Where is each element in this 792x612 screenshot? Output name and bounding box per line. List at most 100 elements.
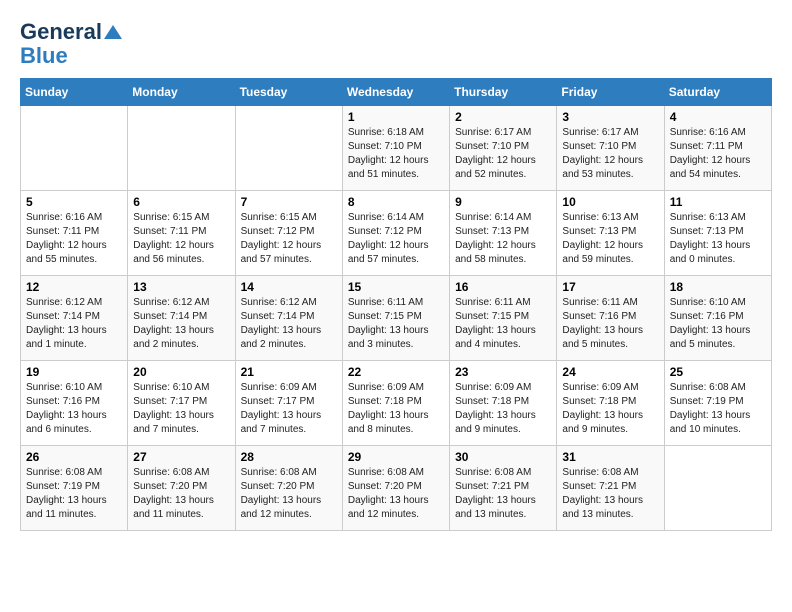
day-info: Sunrise: 6:12 AM Sunset: 7:14 PM Dayligh… bbox=[26, 296, 122, 352]
logo-general: General bbox=[20, 20, 102, 44]
day-info: Sunrise: 6:09 AM Sunset: 7:18 PM Dayligh… bbox=[562, 381, 658, 437]
day-cell: 30 Sunrise: 6:08 AM Sunset: 7:21 PM Dayli… bbox=[450, 446, 557, 531]
day-number: 8 bbox=[348, 195, 444, 209]
day-cell: 25 Sunrise: 6:08 AM Sunset: 7:19 PM Dayli… bbox=[664, 361, 771, 446]
day-info: Sunrise: 6:11 AM Sunset: 7:16 PM Dayligh… bbox=[562, 296, 658, 352]
day-info: Sunrise: 6:08 AM Sunset: 7:19 PM Dayligh… bbox=[670, 381, 766, 437]
day-number: 29 bbox=[348, 450, 444, 464]
day-info: Sunrise: 6:13 AM Sunset: 7:13 PM Dayligh… bbox=[562, 211, 658, 267]
day-number: 15 bbox=[348, 280, 444, 294]
days-header-row: SundayMondayTuesdayWednesdayThursdayFrid… bbox=[21, 79, 772, 106]
day-info: Sunrise: 6:08 AM Sunset: 7:20 PM Dayligh… bbox=[348, 466, 444, 522]
day-info: Sunrise: 6:08 AM Sunset: 7:21 PM Dayligh… bbox=[455, 466, 551, 522]
week-row-1: 1 Sunrise: 6:18 AM Sunset: 7:10 PM Daylig… bbox=[21, 106, 772, 191]
day-number: 4 bbox=[670, 110, 766, 124]
day-info: Sunrise: 6:15 AM Sunset: 7:11 PM Dayligh… bbox=[133, 211, 229, 267]
day-number: 2 bbox=[455, 110, 551, 124]
day-number: 10 bbox=[562, 195, 658, 209]
logo: General Blue bbox=[20, 20, 122, 68]
logo-icon bbox=[104, 23, 122, 41]
day-number: 17 bbox=[562, 280, 658, 294]
day-number: 12 bbox=[26, 280, 122, 294]
day-info: Sunrise: 6:13 AM Sunset: 7:13 PM Dayligh… bbox=[670, 211, 766, 267]
day-number: 14 bbox=[241, 280, 337, 294]
day-cell: 19Sunrise: 6:10 AM Sunset: 7:16 PM Dayli… bbox=[21, 361, 128, 446]
day-cell: 20 Sunrise: 6:10 AM Sunset: 7:17 PM Dayli… bbox=[128, 361, 235, 446]
day-number: 25 bbox=[670, 365, 766, 379]
header-monday: Monday bbox=[128, 79, 235, 106]
day-cell: 9 Sunrise: 6:14 AM Sunset: 7:13 PM Daylig… bbox=[450, 191, 557, 276]
day-number: 13 bbox=[133, 280, 229, 294]
day-info: Sunrise: 6:17 AM Sunset: 7:10 PM Dayligh… bbox=[455, 126, 551, 182]
day-number: 5 bbox=[26, 195, 122, 209]
page-header: General Blue bbox=[20, 20, 772, 68]
day-cell: 10 Sunrise: 6:13 AM Sunset: 7:13 PM Dayli… bbox=[557, 191, 664, 276]
day-info: Sunrise: 6:18 AM Sunset: 7:10 PM Dayligh… bbox=[348, 126, 444, 182]
day-number: 30 bbox=[455, 450, 551, 464]
header-wednesday: Wednesday bbox=[342, 79, 449, 106]
day-number: 3 bbox=[562, 110, 658, 124]
day-info: Sunrise: 6:08 AM Sunset: 7:21 PM Dayligh… bbox=[562, 466, 658, 522]
week-row-2: 5Sunrise: 6:16 AM Sunset: 7:11 PM Daylig… bbox=[21, 191, 772, 276]
day-number: 7 bbox=[241, 195, 337, 209]
day-info: Sunrise: 6:09 AM Sunset: 7:18 PM Dayligh… bbox=[455, 381, 551, 437]
day-cell: 31 Sunrise: 6:08 AM Sunset: 7:21 PM Dayli… bbox=[557, 446, 664, 531]
day-number: 31 bbox=[562, 450, 658, 464]
day-number: 6 bbox=[133, 195, 229, 209]
day-info: Sunrise: 6:11 AM Sunset: 7:15 PM Dayligh… bbox=[348, 296, 444, 352]
logo-blue: Blue bbox=[20, 44, 68, 68]
day-cell bbox=[235, 106, 342, 191]
day-cell: 28 Sunrise: 6:08 AM Sunset: 7:20 PM Dayli… bbox=[235, 446, 342, 531]
day-number: 24 bbox=[562, 365, 658, 379]
day-info: Sunrise: 6:08 AM Sunset: 7:20 PM Dayligh… bbox=[241, 466, 337, 522]
day-info: Sunrise: 6:09 AM Sunset: 7:18 PM Dayligh… bbox=[348, 381, 444, 437]
day-cell: 26 Sunrise: 6:08 AM Sunset: 7:19 PM Dayli… bbox=[21, 446, 128, 531]
day-info: Sunrise: 6:08 AM Sunset: 7:19 PM Dayligh… bbox=[26, 466, 122, 522]
day-cell: 5Sunrise: 6:16 AM Sunset: 7:11 PM Daylig… bbox=[21, 191, 128, 276]
week-row-5: 26 Sunrise: 6:08 AM Sunset: 7:19 PM Dayli… bbox=[21, 446, 772, 531]
day-info: Sunrise: 6:12 AM Sunset: 7:14 PM Dayligh… bbox=[133, 296, 229, 352]
day-cell bbox=[128, 106, 235, 191]
day-info: Sunrise: 6:14 AM Sunset: 7:13 PM Dayligh… bbox=[455, 211, 551, 267]
day-cell: 24 Sunrise: 6:09 AM Sunset: 7:18 PM Dayli… bbox=[557, 361, 664, 446]
day-number: 21 bbox=[241, 365, 337, 379]
day-cell: 18Sunrise: 6:10 AM Sunset: 7:16 PM Dayli… bbox=[664, 276, 771, 361]
day-cell: 6 Sunrise: 6:15 AM Sunset: 7:11 PM Daylig… bbox=[128, 191, 235, 276]
header-friday: Friday bbox=[557, 79, 664, 106]
calendar-table: SundayMondayTuesdayWednesdayThursdayFrid… bbox=[20, 78, 772, 531]
day-number: 11 bbox=[670, 195, 766, 209]
day-number: 19 bbox=[26, 365, 122, 379]
day-cell: 23 Sunrise: 6:09 AM Sunset: 7:18 PM Dayli… bbox=[450, 361, 557, 446]
day-cell: 15 Sunrise: 6:11 AM Sunset: 7:15 PM Dayli… bbox=[342, 276, 449, 361]
day-number: 16 bbox=[455, 280, 551, 294]
day-info: Sunrise: 6:09 AM Sunset: 7:17 PM Dayligh… bbox=[241, 381, 337, 437]
week-row-4: 19Sunrise: 6:10 AM Sunset: 7:16 PM Dayli… bbox=[21, 361, 772, 446]
day-number: 22 bbox=[348, 365, 444, 379]
day-cell: 12 Sunrise: 6:12 AM Sunset: 7:14 PM Dayli… bbox=[21, 276, 128, 361]
day-cell: 21 Sunrise: 6:09 AM Sunset: 7:17 PM Dayli… bbox=[235, 361, 342, 446]
day-info: Sunrise: 6:14 AM Sunset: 7:12 PM Dayligh… bbox=[348, 211, 444, 267]
day-cell: 17 Sunrise: 6:11 AM Sunset: 7:16 PM Dayli… bbox=[557, 276, 664, 361]
day-cell: 22 Sunrise: 6:09 AM Sunset: 7:18 PM Dayli… bbox=[342, 361, 449, 446]
day-number: 20 bbox=[133, 365, 229, 379]
day-number: 23 bbox=[455, 365, 551, 379]
day-number: 26 bbox=[26, 450, 122, 464]
day-cell bbox=[664, 446, 771, 531]
day-cell: 14Sunrise: 6:12 AM Sunset: 7:14 PM Dayli… bbox=[235, 276, 342, 361]
day-cell: 2 Sunrise: 6:17 AM Sunset: 7:10 PM Daylig… bbox=[450, 106, 557, 191]
day-info: Sunrise: 6:10 AM Sunset: 7:16 PM Dayligh… bbox=[670, 296, 766, 352]
header-tuesday: Tuesday bbox=[235, 79, 342, 106]
day-number: 27 bbox=[133, 450, 229, 464]
day-cell: 29 Sunrise: 6:08 AM Sunset: 7:20 PM Dayli… bbox=[342, 446, 449, 531]
day-cell: 16Sunrise: 6:11 AM Sunset: 7:15 PM Dayli… bbox=[450, 276, 557, 361]
day-cell: 4Sunrise: 6:16 AM Sunset: 7:11 PM Daylig… bbox=[664, 106, 771, 191]
day-number: 9 bbox=[455, 195, 551, 209]
day-cell bbox=[21, 106, 128, 191]
day-number: 28 bbox=[241, 450, 337, 464]
header-saturday: Saturday bbox=[664, 79, 771, 106]
day-cell: 8 Sunrise: 6:14 AM Sunset: 7:12 PM Daylig… bbox=[342, 191, 449, 276]
day-cell: 13 Sunrise: 6:12 AM Sunset: 7:14 PM Dayli… bbox=[128, 276, 235, 361]
day-number: 1 bbox=[348, 110, 444, 124]
header-thursday: Thursday bbox=[450, 79, 557, 106]
day-info: Sunrise: 6:10 AM Sunset: 7:17 PM Dayligh… bbox=[133, 381, 229, 437]
